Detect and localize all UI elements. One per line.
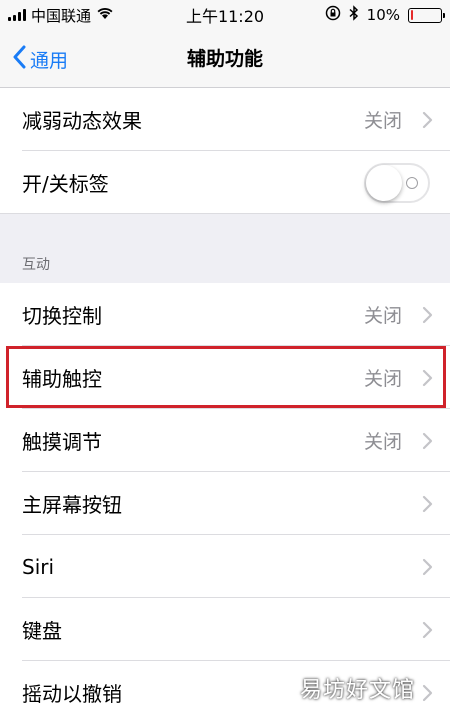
row-reduce-motion[interactable]: 减弱动态效果 关闭 <box>0 88 450 151</box>
toggle-knob <box>366 164 402 201</box>
row-label: 开/关标签 <box>22 172 109 196</box>
row-label: 减弱动态效果 <box>22 109 142 133</box>
row-value: 关闭 <box>363 368 402 390</box>
section-header-interaction: 互动 <box>22 257 50 273</box>
settings-group-motion: 减弱动态效果 关闭 开/关标签 <box>0 88 450 214</box>
battery-percent: 10% <box>366 6 400 24</box>
chevron-right-icon <box>414 369 440 387</box>
on-off-labels-toggle[interactable] <box>364 162 430 203</box>
row-on-off-labels: 开/关标签 <box>0 151 450 214</box>
row-siri[interactable]: Siri <box>0 535 450 598</box>
toggle-off-label-icon <box>406 176 418 189</box>
status-bar: 中国联通 上午11:20 10% <box>0 0 450 30</box>
row-touch-accommodations[interactable]: 触摸调节 关闭 <box>0 409 450 472</box>
row-label: 切换控制 <box>22 304 102 328</box>
page-title: 辅助功能 <box>186 48 263 70</box>
row-value: 关闭 <box>363 305 402 327</box>
row-label: 辅助触控 <box>22 367 102 391</box>
watermark-text: 易坊好文馆 <box>300 678 416 703</box>
orientation-lock-icon <box>325 5 341 25</box>
chevron-right-icon <box>414 306 440 324</box>
chevron-right-icon <box>414 684 440 702</box>
chevron-right-icon <box>414 495 440 513</box>
row-assistive-touch[interactable]: 辅助触控 关闭 <box>0 346 450 409</box>
row-label: 触摸调节 <box>22 430 102 454</box>
chevron-right-icon <box>414 111 440 129</box>
row-switch-control[interactable]: 切换控制 关闭 <box>0 283 450 346</box>
row-value: 关闭 <box>363 431 402 453</box>
chevron-right-icon <box>414 558 440 576</box>
chevron-right-icon <box>414 432 440 450</box>
row-home-button[interactable]: 主屏幕按钮 <box>0 472 450 535</box>
settings-group-interaction: 切换控制 关闭 辅助触控 关闭 触摸调节 关闭 主屏幕按钮 Siri 键盘 摇动… <box>0 283 450 720</box>
row-value: 关闭 <box>363 110 402 132</box>
row-label: Siri <box>22 554 55 579</box>
chevron-right-icon <box>414 621 440 639</box>
bluetooth-icon <box>349 5 359 25</box>
status-right: 10% <box>325 5 445 25</box>
row-keyboard[interactable]: 键盘 <box>0 598 450 661</box>
navigation-bar: 通用 辅助功能 <box>0 30 450 88</box>
row-label: 键盘 <box>22 619 62 643</box>
battery-icon <box>408 7 445 23</box>
battery-fill <box>410 10 414 20</box>
row-label: 主屏幕按钮 <box>22 493 122 517</box>
